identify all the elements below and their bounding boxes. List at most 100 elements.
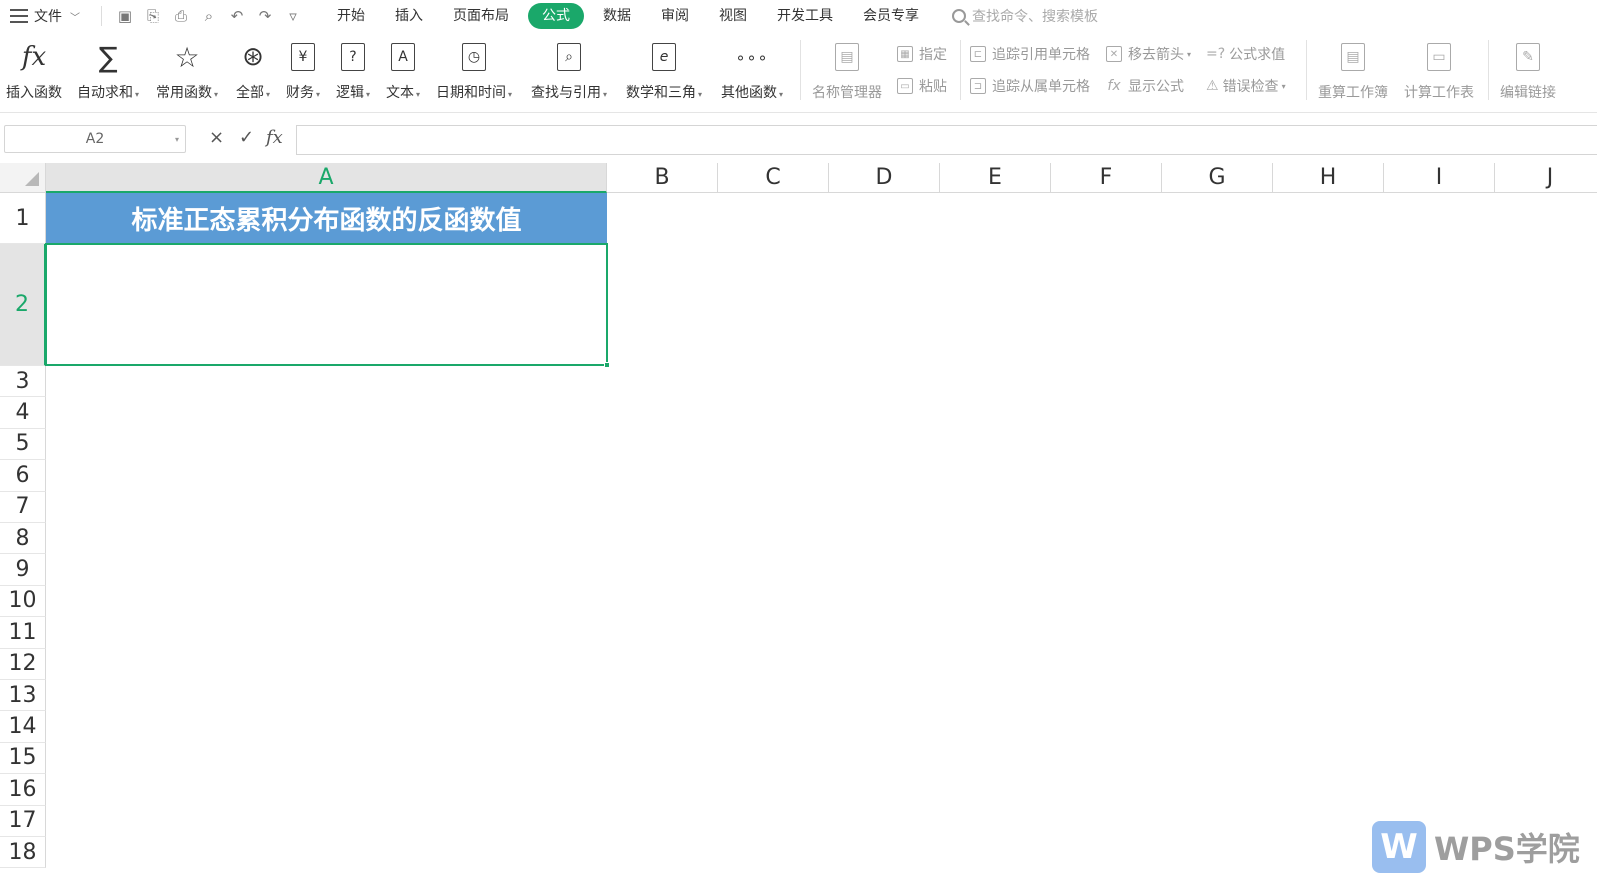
- trace-precedents-button[interactable]: ⊏ 追踪引用单元格: [970, 44, 1090, 64]
- name-manager-button[interactable]: ▤ 名称管理器: [812, 36, 882, 102]
- recalc-workbook-button[interactable]: ▤ 重算工作簿: [1318, 36, 1388, 102]
- row-header-5[interactable]: 5: [0, 428, 46, 461]
- text-functions-button[interactable]: A 文本 ▾: [386, 36, 420, 102]
- math-e-icon: e: [649, 40, 679, 74]
- row-header-9[interactable]: 9: [0, 554, 46, 586]
- column-header-d[interactable]: D: [829, 163, 940, 193]
- show-formulas-button[interactable]: fx 显示公式: [1106, 76, 1184, 96]
- row-header-1[interactable]: 1: [0, 193, 46, 244]
- other-functions-button[interactable]: ∘∘∘ 其他函数 ▾: [721, 36, 783, 102]
- column-header-f[interactable]: F: [1051, 163, 1162, 193]
- undo-icon[interactable]: ↶: [228, 7, 246, 25]
- finance-button[interactable]: ¥ 财务 ▾: [286, 36, 320, 102]
- file-menu[interactable]: 文件 ﹀: [0, 6, 95, 26]
- column-header-c[interactable]: C: [718, 163, 829, 193]
- save-icon[interactable]: ▣: [116, 7, 134, 25]
- error-check-button[interactable]: ⚠ 错误检查 ▾: [1206, 76, 1286, 96]
- row-header-7[interactable]: 7: [0, 491, 46, 523]
- equals-question-icon: =?: [1206, 46, 1226, 62]
- column-header-g[interactable]: G: [1162, 163, 1273, 193]
- select-all-corner[interactable]: [0, 163, 46, 193]
- row-header-12[interactable]: 12: [0, 648, 46, 680]
- column-header-h[interactable]: H: [1273, 163, 1384, 193]
- tab-7[interactable]: 开发工具: [762, 3, 848, 29]
- row-header-10[interactable]: 10: [0, 585, 46, 618]
- divider: [800, 40, 801, 100]
- row-header-6[interactable]: 6: [0, 460, 46, 492]
- cell-a2[interactable]: [45, 243, 610, 368]
- trace-dependents-icon: ⊐: [970, 78, 986, 94]
- formula-input[interactable]: [296, 125, 1597, 155]
- row-header-17[interactable]: 17: [0, 805, 46, 837]
- wps-logo-icon: W: [1372, 821, 1426, 873]
- common-functions-button[interactable]: ☆ 常用函数 ▾: [156, 36, 218, 102]
- evaluate-formula-button[interactable]: =? 公式求值: [1206, 44, 1285, 64]
- formula-ribbon: fx 插入函数 ∑ 自动求和 ▾ ☆ 常用函数 ▾ ⊛ 全部 ▾ ¥ 财务 ▾ ? 逻辑…: [0, 36, 1597, 104]
- remove-arrows-button[interactable]: ✕ 移去箭头 ▾: [1106, 44, 1191, 64]
- star-icon: ☆: [174, 40, 200, 74]
- trace-dependents-button[interactable]: ⊐ 追踪从属单元格: [970, 76, 1090, 96]
- wps-academy-watermark: W WPS学院: [1372, 821, 1580, 873]
- row-header-18[interactable]: 18: [0, 837, 46, 869]
- tab-0[interactable]: 开始: [322, 3, 380, 29]
- datetime-button[interactable]: ◷ 日期和时间 ▾: [436, 36, 512, 102]
- math-button[interactable]: e 数学和三角 ▾: [626, 36, 702, 102]
- autosum-button[interactable]: ∑ 自动求和 ▾: [77, 36, 139, 102]
- calc-sheet-button[interactable]: ▭ 计算工作表: [1404, 36, 1474, 102]
- tab-4[interactable]: 数据: [588, 3, 646, 29]
- watermark-text: WPS学院: [1434, 830, 1580, 868]
- edit-links-label: 编辑链接: [1500, 85, 1556, 101]
- column-header-b[interactable]: B: [607, 163, 718, 193]
- error-check-label: 错误检查: [1222, 79, 1279, 95]
- cell-a1[interactable]: 标准正态累积分布函数的反函数值: [46, 193, 607, 244]
- customize-icon[interactable]: ▿: [284, 7, 302, 25]
- name-manager-label: 名称管理器: [812, 85, 882, 101]
- insert-function-button[interactable]: fx 插入函数: [6, 36, 62, 102]
- name-box[interactable]: A2 ▾: [4, 125, 186, 153]
- search-icon: [952, 9, 966, 23]
- export-icon[interactable]: ⎘: [144, 7, 162, 25]
- file-menu-label: 文件: [34, 9, 62, 25]
- specify-button[interactable]: ▦ 指定: [897, 44, 947, 64]
- clock-icon: ◷: [459, 40, 489, 74]
- row-header-15[interactable]: 15: [0, 742, 46, 775]
- column-header-i[interactable]: I: [1384, 163, 1495, 193]
- confirm-icon[interactable]: ✓: [239, 127, 254, 148]
- row-header-11[interactable]: 11: [0, 617, 46, 649]
- edit-links-icon: ✎: [1513, 40, 1543, 74]
- tab-6[interactable]: 视图: [704, 3, 762, 29]
- hamburger-icon: [10, 9, 28, 23]
- question-icon: ?: [338, 40, 368, 74]
- row-header-16[interactable]: 16: [0, 774, 46, 806]
- row-header-3[interactable]: 3: [0, 366, 46, 398]
- cancel-icon[interactable]: ×: [209, 127, 224, 148]
- column-header-e[interactable]: E: [940, 163, 1051, 193]
- tab-3[interactable]: 公式: [528, 3, 584, 29]
- print-preview-icon[interactable]: ⌕: [200, 7, 218, 25]
- column-header-a[interactable]: A: [46, 163, 607, 193]
- edit-links-button[interactable]: ✎ 编辑链接: [1500, 36, 1556, 102]
- tab-1[interactable]: 插入: [380, 3, 438, 29]
- fill-handle[interactable]: [604, 362, 610, 368]
- command-search[interactable]: 查找命令、搜索模板: [952, 6, 1098, 26]
- redo-icon[interactable]: ↷: [256, 7, 274, 25]
- row-header-2[interactable]: 2: [0, 244, 46, 366]
- divider: [960, 40, 961, 100]
- row-header-4[interactable]: 4: [0, 397, 46, 429]
- row-header-8[interactable]: 8: [0, 523, 46, 555]
- column-header-j[interactable]: J: [1495, 163, 1597, 193]
- paste-button[interactable]: ▭ 粘贴: [897, 76, 947, 96]
- lookup-button[interactable]: ⌕ 查找与引用 ▾: [531, 36, 607, 102]
- name-box-value: A2: [85, 131, 105, 147]
- tab-8[interactable]: 会员专享: [848, 3, 934, 29]
- tab-2[interactable]: 页面布局: [438, 3, 524, 29]
- autosum-label: 自动求和 ▾: [77, 85, 140, 101]
- logic-button[interactable]: ? 逻辑 ▾: [336, 36, 370, 102]
- paste-label: 粘贴: [919, 79, 947, 95]
- print-icon[interactable]: ⎙: [172, 7, 190, 25]
- row-header-13[interactable]: 13: [0, 680, 46, 712]
- all-functions-button[interactable]: ⊛ 全部 ▾: [236, 36, 270, 102]
- fx-icon[interactable]: fx: [266, 127, 283, 148]
- tab-5[interactable]: 审阅: [646, 3, 704, 29]
- row-header-14[interactable]: 14: [0, 711, 46, 743]
